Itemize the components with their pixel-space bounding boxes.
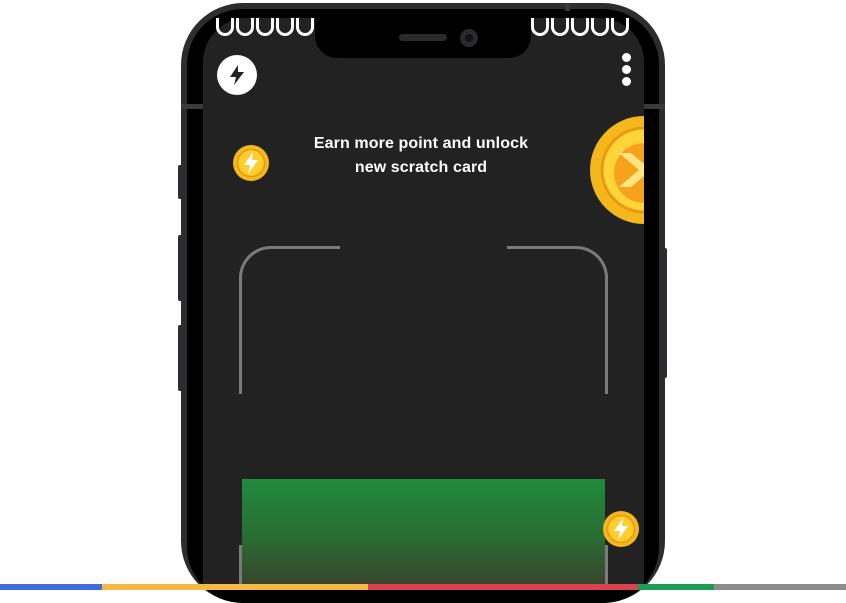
large-coin-icon <box>590 116 644 224</box>
bottom-color-bar-green <box>638 584 714 590</box>
phone-notch <box>315 18 531 58</box>
decorative-scallop-left <box>216 18 316 36</box>
headline-line-2: new scratch card <box>354 159 488 176</box>
phone-power-button <box>662 248 667 378</box>
front-camera <box>460 29 478 47</box>
phone-side-button <box>178 165 183 199</box>
scratch-frame-corner-right <box>507 246 608 394</box>
antenna-line <box>565 3 570 11</box>
phone-volume-up-button <box>178 235 183 301</box>
phone-volume-down-button <box>178 325 183 391</box>
flash-icon <box>230 65 244 85</box>
lightning-coin-icon <box>603 511 639 547</box>
speaker-grille <box>399 34 447 41</box>
lightning-coin-icon <box>233 145 269 181</box>
decorative-scallop-right <box>531 18 631 36</box>
bottom-color-bar-yellow <box>102 584 368 590</box>
unlock-headline: Earn more point and unlock new scratch c… <box>290 132 552 180</box>
large-coin-wrapper <box>589 115 644 225</box>
headline-line-1: Earn more point and unlock <box>313 135 529 152</box>
scratch-frame-corner-left <box>239 246 340 394</box>
antenna-line <box>181 104 203 109</box>
more-vertical-icon[interactable] <box>620 53 632 89</box>
antenna-line <box>644 104 665 109</box>
flash-button[interactable] <box>217 55 257 95</box>
bottom-color-bar-gray <box>714 584 846 590</box>
bottom-color-bar-red <box>368 584 638 590</box>
scratch-card[interactable] <box>242 479 605 590</box>
bottom-color-bar-blue <box>0 584 102 590</box>
